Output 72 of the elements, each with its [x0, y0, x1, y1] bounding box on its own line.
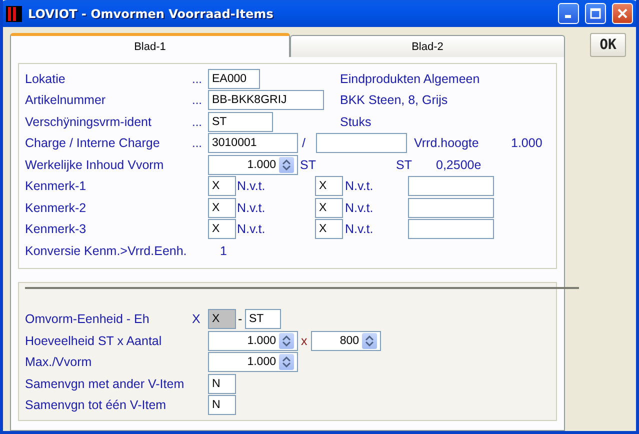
field-label: Kenmerk-1: [25, 179, 88, 194]
code-description: N.v.t.: [237, 222, 266, 236]
spin-icon[interactable]: [279, 332, 294, 349]
input-field[interactable]: N: [208, 374, 236, 394]
input-field[interactable]: [408, 219, 494, 240]
spin-icon[interactable]: [362, 332, 377, 349]
value-text: 1: [220, 244, 227, 258]
field-label: Konversie Kenm.>Vrrd.Eenh.: [25, 244, 188, 258]
field-label: Werkelijke Inhoud Vvorm: [25, 158, 165, 172]
field-label: Artikelnummer: [25, 93, 107, 108]
input-field[interactable]: EA000: [208, 68, 260, 89]
description-text: BKK Steen, 8, Grijs: [340, 93, 448, 108]
code-field[interactable]: X: [208, 219, 236, 240]
maximize-icon: [590, 8, 601, 19]
code-field[interactable]: X: [315, 176, 343, 196]
close-button[interactable]: [612, 3, 633, 24]
lookup-dots[interactable]: ...: [192, 72, 208, 86]
value-text: 1.000: [511, 136, 542, 150]
input-field[interactable]: ST: [208, 112, 273, 132]
operator-text: x: [301, 334, 308, 348]
field-label: Samenvgn tot één V-Item: [25, 398, 168, 412]
ok-button[interactable]: OK: [590, 33, 626, 57]
lookup-dots[interactable]: ...: [192, 93, 208, 108]
description-text: Eindprodukten Algemeen: [340, 72, 480, 86]
unit-text: ST: [396, 158, 413, 172]
code-field[interactable]: X: [315, 219, 343, 240]
input-field[interactable]: N: [208, 395, 236, 416]
field-label: Verschÿningsvrm-ident: [25, 114, 152, 129]
field-label: Charge / Interne Charge: [25, 136, 161, 150]
field-label: Lokatie: [25, 72, 66, 86]
field-label: Hoeveelheid ST x Aantal: [25, 334, 163, 348]
spin-icon[interactable]: [279, 156, 294, 173]
lookup-dots[interactable]: ...: [192, 114, 208, 129]
input-field[interactable]: BB-BKK8GRIJ: [208, 90, 324, 110]
unit-text: ST: [300, 158, 317, 172]
spin-field[interactable]: 1.000: [208, 154, 298, 175]
code-field[interactable]: X: [208, 176, 236, 196]
spin-field[interactable]: 1.000: [208, 352, 298, 372]
field-label: Kenmerk-3: [25, 222, 88, 236]
close-icon: [617, 8, 628, 19]
description-text: Stuks: [340, 114, 372, 129]
tab[interactable]: Blad-2: [290, 35, 565, 57]
code-description: N.v.t.: [345, 179, 374, 194]
minimize-button[interactable]: [558, 3, 579, 24]
factor-text: 0,2500e: [436, 158, 482, 172]
window-title: LOVIOT - Omvormen Voorraad-Items: [28, 6, 274, 20]
tab[interactable]: Blad-1: [10, 33, 290, 57]
field-label: Kenmerk-2: [25, 200, 88, 215]
spin-field[interactable]: 800: [311, 330, 381, 351]
code-field[interactable]: X: [315, 198, 343, 218]
input-field[interactable]: [408, 176, 494, 196]
field-label: Max./Vvorm: [25, 355, 93, 370]
code-field[interactable]: X: [208, 198, 236, 218]
input-field[interactable]: [408, 198, 494, 218]
code-description: N.v.t.: [237, 200, 266, 215]
field-label: Vrrd.hoogte: [414, 136, 480, 150]
code-description: N.v.t.: [345, 222, 374, 236]
input-field[interactable]: 3010001: [208, 133, 298, 154]
spin-icon[interactable]: [279, 354, 294, 370]
prefix-text: X: [192, 312, 202, 326]
spin-field[interactable]: 1.000: [208, 330, 298, 351]
separator-text: -: [238, 312, 244, 326]
code-description: N.v.t.: [237, 179, 266, 194]
maximize-button[interactable]: [585, 3, 606, 24]
separator-text: /: [302, 136, 306, 150]
app-icon: [6, 6, 22, 22]
code-description: N.v.t.: [345, 200, 374, 215]
input-field[interactable]: [316, 133, 407, 154]
lookup-dots[interactable]: ...: [192, 136, 208, 150]
field-label: Omvorm-Eenheid - Eh: [25, 312, 150, 326]
code-field: X: [208, 309, 236, 330]
field-label: Samenvgn met ander V-Item: [25, 376, 186, 391]
